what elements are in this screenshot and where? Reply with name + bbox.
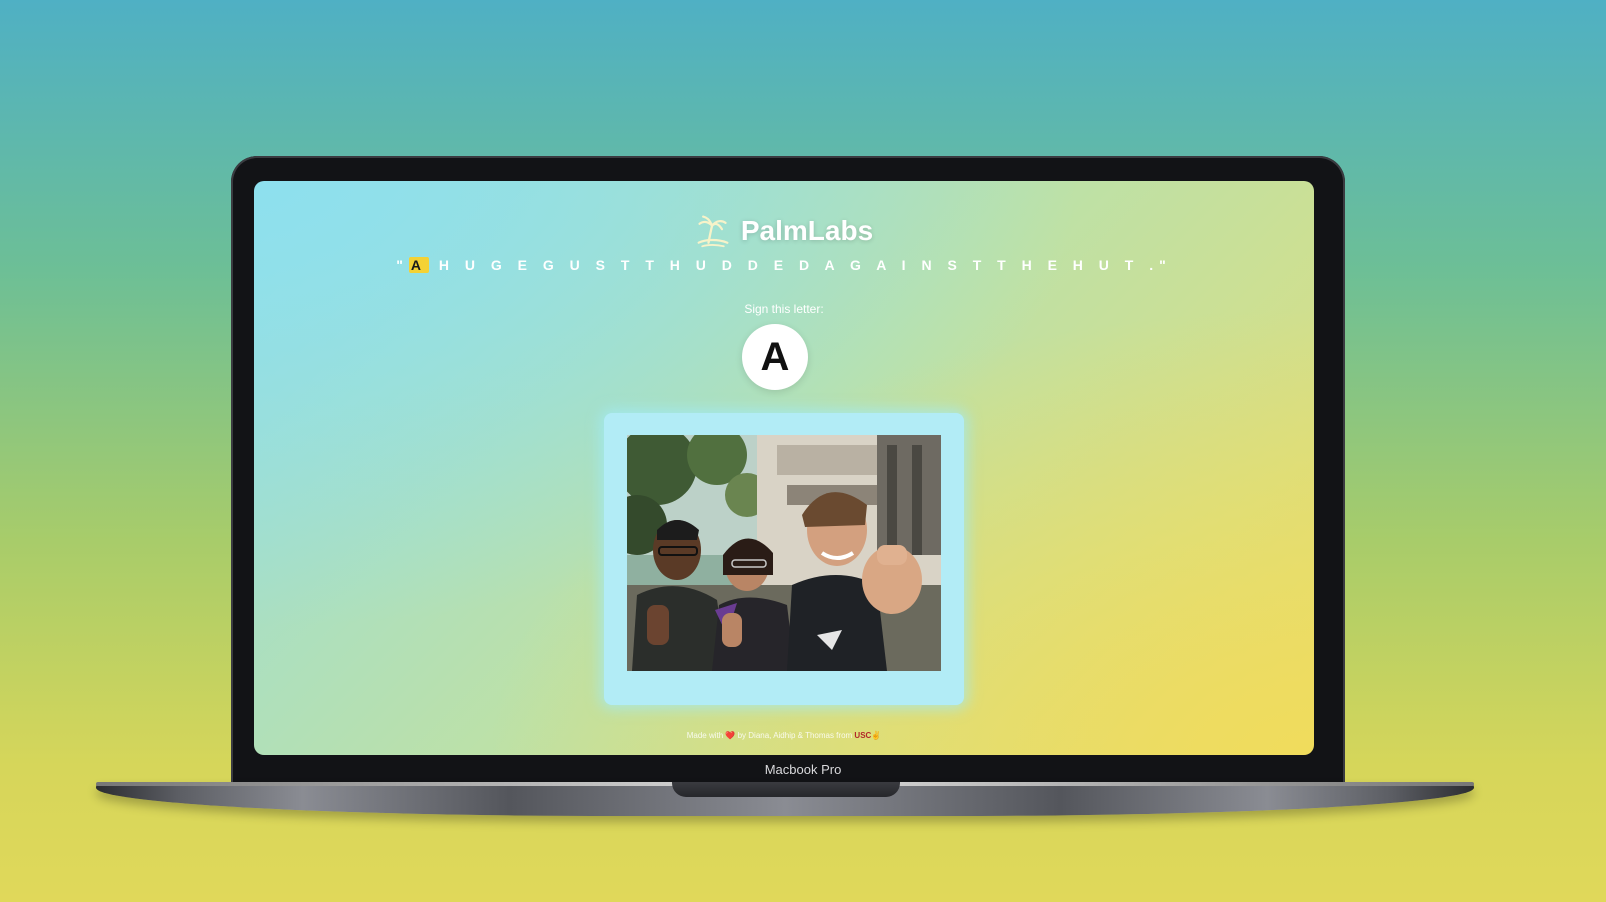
brand-name: PalmLabs <box>740 215 874 246</box>
victory-hand-icon: ✌ <box>871 731 882 740</box>
laptop-screen: PalmLabs " A H U G E G U S T T H U D D E … <box>254 181 1314 755</box>
footer-credit: Made with ❤️ by Diana, Aidhip & Thomas f… <box>254 731 1314 740</box>
laptop-hinge-notch <box>672 782 900 797</box>
footer-by: by Diana, Aidhip & Thomas from <box>737 731 853 740</box>
current-letter-badge: A <box>742 324 808 390</box>
heart-icon: ❤️ <box>725 731 736 740</box>
footer-made-with: Made with <box>686 731 724 740</box>
footer-school-link[interactable]: USC <box>854 731 871 740</box>
webcam-feed <box>627 435 941 671</box>
phrase-text: " A H U G E G U S T T H U D D E D A G A I… <box>254 257 1314 273</box>
phrase-close-quote: " <box>1159 257 1172 273</box>
phrase-remaining: H U G E G U S T T H U D D E D A G A I N … <box>428 257 1160 273</box>
webcam-frame <box>604 413 964 705</box>
phrase-open-quote: " <box>396 257 409 273</box>
webcam-image <box>627 435 941 671</box>
sign-label: Sign this letter: <box>744 302 824 316</box>
palm-tree-island-icon <box>697 215 729 248</box>
brand-header: PalmLabs <box>254 213 1314 249</box>
phrase-active-letter: A <box>408 257 429 273</box>
laptop-model-label: Macbook Pro <box>764 762 842 777</box>
scene: PalmLabs " A H U G E G U S T T H U D D E … <box>0 0 1606 902</box>
